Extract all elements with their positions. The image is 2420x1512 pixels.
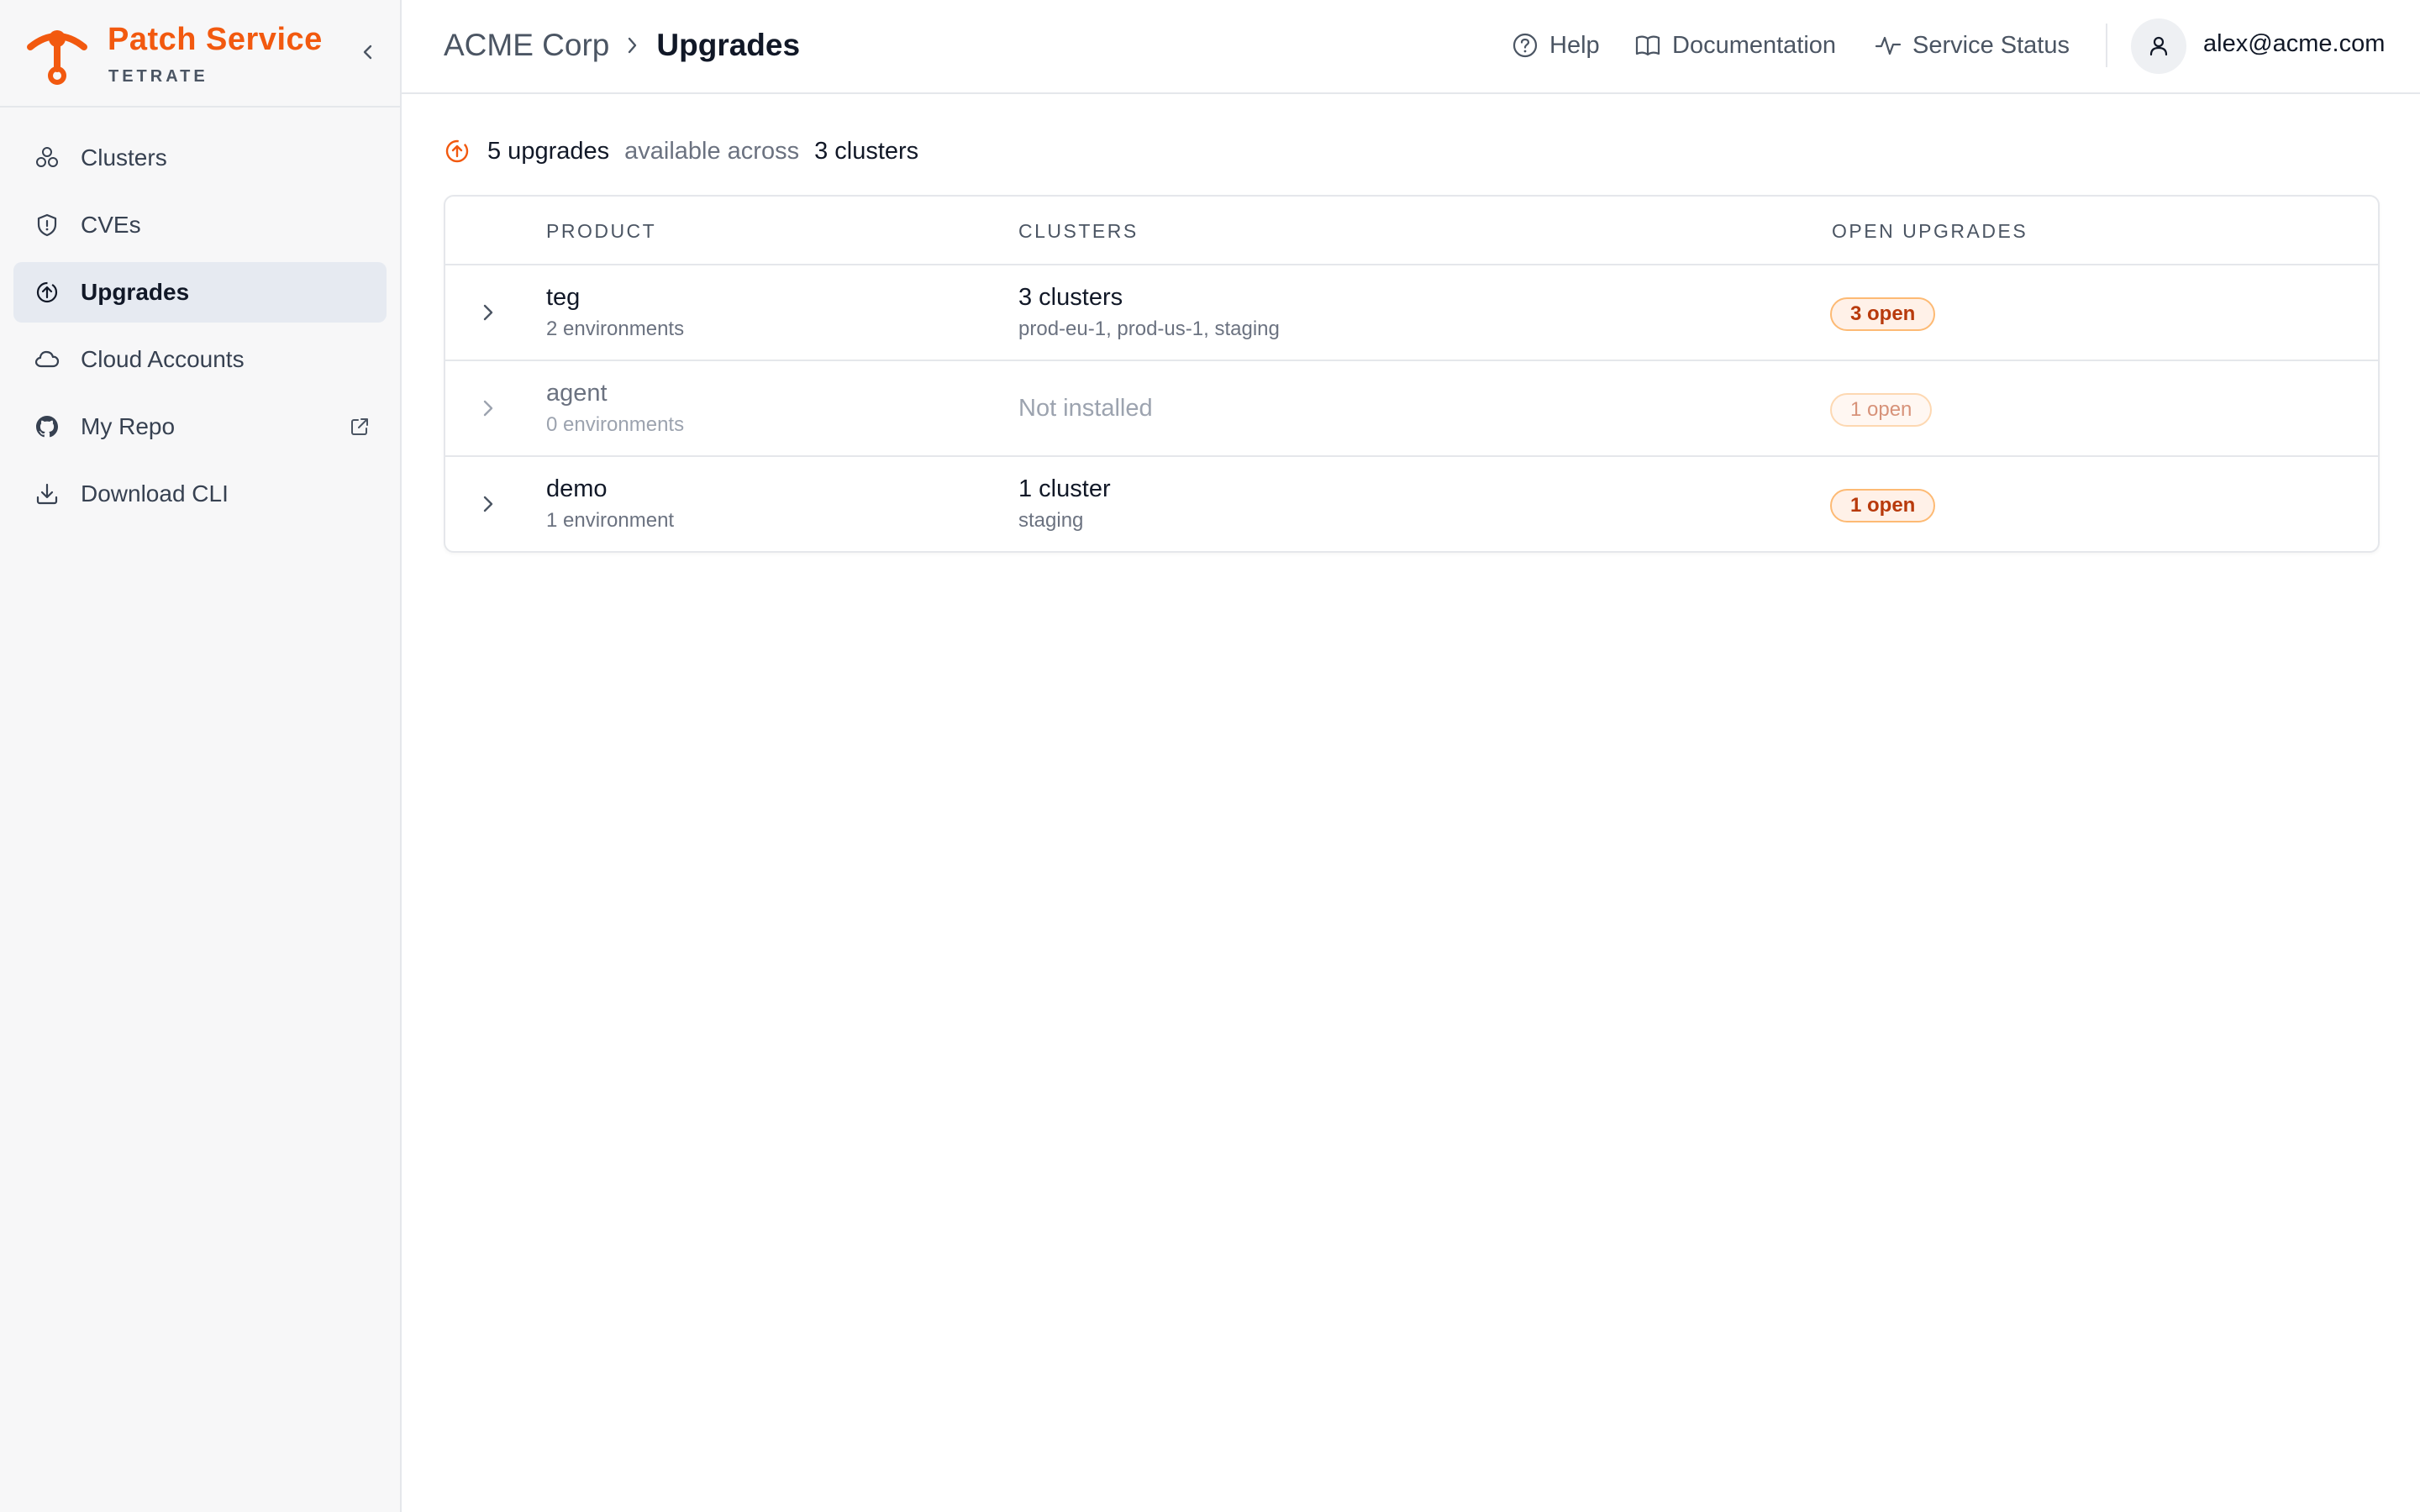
column-header-product: PRODUCT <box>546 220 657 242</box>
column-header-open-upgrades: OPEN UPGRADES <box>1832 220 2028 242</box>
brand-header: Patch Service TETRATE <box>0 0 400 108</box>
upgrade-icon <box>36 281 58 303</box>
documentation-link[interactable]: Documentation <box>1634 27 1836 64</box>
sidebar-item-upgrades[interactable]: Upgrades <box>13 262 387 323</box>
summary-clusters-count: 3 clusters <box>814 137 919 165</box>
chevron-right-icon[interactable] <box>476 396 501 421</box>
cloud-icon <box>34 350 60 368</box>
patch-service-logo-icon <box>27 30 87 85</box>
table-header: PRODUCT CLUSTERS OPEN UPGRADES <box>445 197 2378 265</box>
clusters-count: 3 clusters <box>1018 284 1123 311</box>
product-environments: 0 environments <box>546 413 685 436</box>
user-icon <box>2149 36 2168 56</box>
help-circle-icon <box>1512 33 1538 58</box>
product-environments: 2 environments <box>546 318 685 340</box>
collapse-sidebar-button[interactable] <box>355 39 381 66</box>
clusters-list: prod-eu-1, prod-us-1, staging <box>1018 318 1280 340</box>
upgrades-summary: 5 upgrades available across 3 clusters <box>444 134 918 168</box>
vendor-name: TETRATE <box>108 67 208 86</box>
breadcrumb: ACME Corp Upgrades <box>444 25 800 66</box>
documentation-label: Documentation <box>1672 31 1837 59</box>
chevron-right-icon[interactable] <box>476 491 501 517</box>
shield-icon <box>37 213 57 237</box>
sidebar-nav: Clusters CVEs Upgrades Cloud Accounts My… <box>0 108 400 524</box>
app-root: Patch Service TETRATE Clusters CVEs Upgr… <box>0 0 2420 1512</box>
table-row[interactable]: teg 2 environments 3 clusters prod-eu-1,… <box>445 265 2378 361</box>
open-upgrades-badge: 3 open <box>1830 297 1936 331</box>
clusters-list: staging <box>1018 509 1084 532</box>
github-icon <box>36 416 58 438</box>
open-upgrades-badge: 1 open <box>1830 489 1936 522</box>
sidebar-item-cves[interactable]: CVEs <box>13 195 387 255</box>
sidebar-item-my-repo[interactable]: My Repo <box>13 396 387 457</box>
sidebar-item-cloud-accounts[interactable]: Cloud Accounts <box>13 329 387 390</box>
sidebar-item-label: Cloud Accounts <box>81 346 245 372</box>
chevron-right-icon[interactable] <box>476 300 501 325</box>
product-name: demo <box>546 475 608 502</box>
summary-middle-text: available across <box>624 137 800 165</box>
sidebar-item-label: Clusters <box>81 144 167 171</box>
breadcrumb-org-link[interactable]: ACME Corp <box>444 28 609 63</box>
sidebar-item-label: Upgrades <box>81 279 190 305</box>
sidebar-item-label: Download CLI <box>81 480 229 507</box>
download-icon <box>36 483 58 505</box>
table-row[interactable]: demo 1 environment 1 cluster staging 1 o… <box>445 457 2378 551</box>
sidebar: Patch Service TETRATE Clusters CVEs Upgr… <box>0 0 402 1512</box>
page-title: Upgrades <box>656 28 801 62</box>
sidebar-item-download-cli[interactable]: Download CLI <box>13 464 387 524</box>
service-status-label: Service Status <box>1912 31 2070 59</box>
product-name: agent <box>546 380 608 407</box>
app-name: Patch Service <box>108 22 323 57</box>
book-icon <box>1635 35 1660 56</box>
sidebar-item-label: CVEs <box>81 212 141 238</box>
chevron-right-icon <box>629 37 637 54</box>
sidebar-item-clusters[interactable]: Clusters <box>13 128 387 188</box>
upgrade-icon <box>445 139 469 163</box>
header-divider <box>2106 24 2107 67</box>
table-row[interactable]: agent 0 environments Not installed 1 ope… <box>445 361 2378 457</box>
product-environments: 1 environment <box>546 509 675 532</box>
chevron-left-icon <box>363 45 372 60</box>
service-status-link[interactable]: Service Status <box>1874 27 2070 64</box>
user-email[interactable]: alex@acme.com <box>2203 30 2385 58</box>
column-header-clusters: CLUSTERS <box>1018 220 1139 242</box>
upgrades-table: PRODUCT CLUSTERS OPEN UPGRADES teg 2 env… <box>444 195 2380 553</box>
help-label: Help <box>1549 31 1600 59</box>
top-header: ACME Corp Upgrades Help Documentation Se… <box>402 0 2420 94</box>
avatar[interactable] <box>2131 18 2186 74</box>
sidebar-item-label: My Repo <box>81 413 176 439</box>
help-link[interactable]: Help <box>1511 27 1600 64</box>
product-name: teg <box>546 284 581 311</box>
external-link-icon <box>351 418 368 435</box>
clusters-status: Not installed <box>1018 395 1153 422</box>
summary-upgrades-count: 5 upgrades <box>487 137 610 165</box>
activity-icon <box>1875 36 1902 55</box>
clusters-icon <box>36 147 58 167</box>
clusters-count: 1 cluster <box>1018 475 1111 502</box>
open-upgrades-badge: 1 open <box>1830 393 1933 427</box>
